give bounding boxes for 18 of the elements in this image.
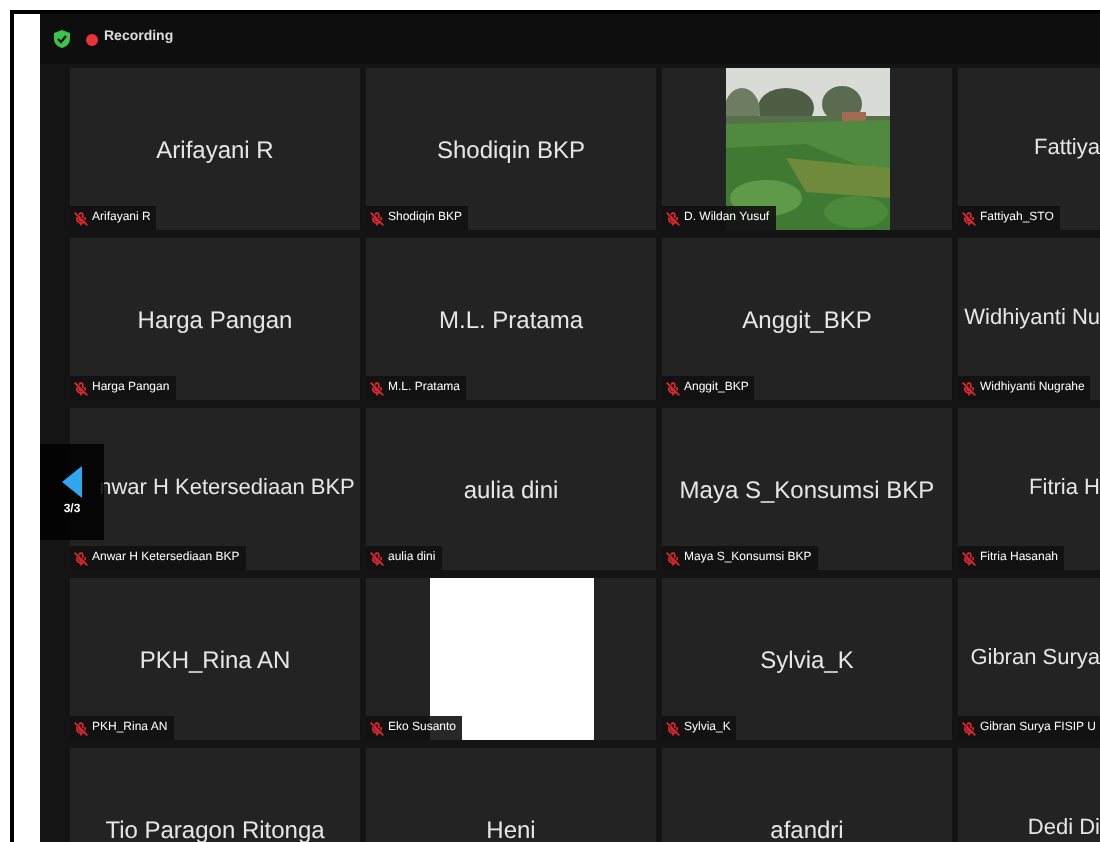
participant-name: M.L. Pratama (438, 303, 584, 337)
participant-name: Maya S_Konsumsi BKP (679, 473, 935, 507)
participant-name: aulia dini (463, 473, 559, 507)
participant-name: Shodiqin BKP (436, 133, 586, 167)
participant-name: Heni (486, 813, 536, 842)
participant-name: Harga Pangan (137, 303, 293, 337)
participant-name: Tio Paragon Ritonga (105, 813, 325, 842)
participant-name: PKH_Rina AN (139, 643, 291, 677)
participant-name: Anggit_BKP (742, 303, 872, 337)
participant-name: Fitria H (1029, 474, 1100, 505)
participant-name: Dedi Di (1027, 814, 1100, 842)
participant-name: Fattiya (1033, 134, 1100, 165)
participant-name: Arifayani R (156, 133, 274, 167)
participant-name: afandri (770, 813, 844, 842)
participant-name: Sylvia_K (760, 643, 854, 677)
participant-name: Gibran Surya (970, 644, 1100, 675)
participant-name: Widhiyanti Nu (964, 304, 1100, 335)
left-arrow-icon (62, 465, 82, 497)
